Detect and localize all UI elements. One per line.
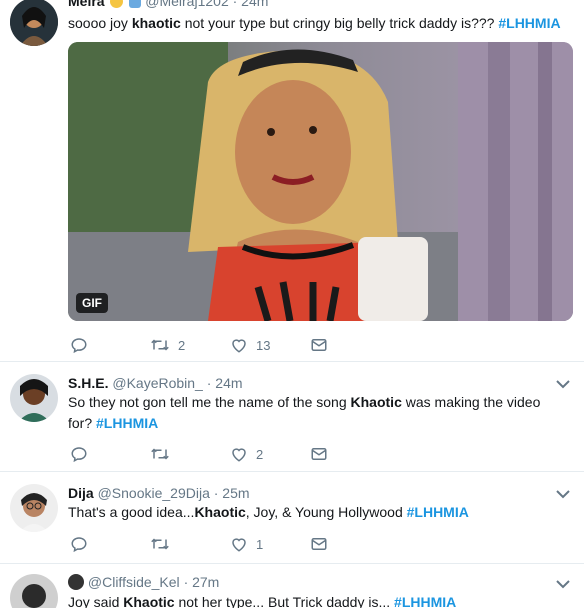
avatar[interactable] — [10, 0, 58, 46]
chevron-down-icon[interactable] — [556, 489, 570, 499]
tweet[interactable]: Dija @Snookie_29Dija · 25m That's a good… — [0, 472, 584, 564]
direct-message-button[interactable] — [310, 535, 328, 553]
like-button[interactable]: 13 — [230, 336, 270, 354]
timestamp[interactable]: · 24m — [233, 0, 269, 9]
gif-badge: GIF — [76, 293, 108, 313]
tweet-text: So they not gon tell me the name of the … — [68, 392, 568, 434]
chevron-down-icon[interactable] — [556, 379, 570, 389]
avatar[interactable] — [10, 484, 58, 532]
retweet-icon — [151, 448, 169, 460]
timestamp[interactable]: · 24m — [207, 375, 243, 391]
like-icon — [232, 339, 246, 353]
gif-media[interactable]: GIF — [68, 42, 573, 321]
profile-icon — [68, 574, 84, 590]
highlighted-keyword: Khaotic — [123, 594, 175, 608]
tweet-text: Joy said Khaotic not her type... But Tri… — [68, 592, 568, 608]
tweet[interactable]: @Cliffside_Kel · 27m Joy said Khaotic no… — [0, 564, 584, 608]
display-name[interactable]: S.H.E. — [68, 375, 108, 391]
hashtag-link[interactable]: #LHHMIA — [394, 594, 456, 608]
tweet-text-segment: Joy said — [68, 594, 124, 608]
retweet-button[interactable]: 2 — [150, 336, 185, 354]
direct-message-icon — [311, 538, 327, 550]
direct-message-button[interactable] — [310, 445, 328, 463]
tweet-text: That's a good idea...Khaotic, Joy, & You… — [68, 502, 568, 523]
like-icon — [232, 448, 246, 462]
retweet-button[interactable] — [150, 445, 178, 463]
like-icon — [232, 538, 246, 552]
hashtag-link[interactable]: #LHHMIA — [498, 15, 560, 31]
avatar[interactable] — [10, 374, 58, 422]
reply-icon — [71, 338, 87, 354]
gif-image — [68, 42, 573, 321]
direct-message-icon — [311, 448, 327, 460]
tweet-text-segment: So they not gon tell me the name of the … — [68, 394, 351, 410]
hashtag-link[interactable]: #LHHMIA — [96, 415, 158, 431]
handle[interactable]: @Meiraj1202 — [145, 0, 228, 9]
tweet-text: soooo joy khaotic not your type but crin… — [68, 13, 568, 34]
retweet-button[interactable] — [150, 535, 178, 553]
retweet-icon — [151, 538, 169, 550]
tweet-text-segment: That's a good idea... — [68, 504, 195, 520]
avatar[interactable] — [10, 574, 58, 608]
tweet-text-segment: soooo joy — [68, 15, 132, 31]
direct-message-button[interactable] — [310, 336, 328, 354]
like-button[interactable]: 2 — [230, 445, 263, 463]
handle[interactable]: @Cliffside_Kel — [88, 574, 180, 590]
handle[interactable]: @Snookie_29Dija — [98, 485, 210, 501]
highlighted-keyword: Khaotic — [350, 394, 402, 410]
reply-button[interactable] — [70, 535, 96, 553]
emoji-icon — [110, 0, 124, 8]
display-name[interactable]: Dija — [68, 485, 94, 501]
retweet-count: 2 — [178, 337, 186, 353]
like-count: 2 — [256, 446, 264, 462]
reply-icon — [71, 537, 87, 553]
chevron-down-icon[interactable] — [556, 579, 570, 589]
like-count: 1 — [256, 536, 264, 552]
highlighted-keyword: Khaotic — [194, 504, 246, 520]
emoji-icon — [129, 0, 142, 8]
highlighted-keyword: khaotic — [131, 15, 181, 31]
hashtag-link[interactable]: #LHHMIA — [407, 504, 469, 520]
reply-button[interactable] — [70, 336, 96, 354]
timestamp[interactable]: · 27m — [184, 574, 220, 590]
display-name[interactable]: Meira — [68, 0, 105, 9]
handle[interactable]: @KayeRobin_ — [112, 375, 203, 391]
reply-button[interactable] — [70, 445, 96, 463]
like-button[interactable]: 1 — [230, 535, 263, 553]
like-count: 13 — [256, 337, 271, 353]
tweet-text-segment: not your type but cringy big belly trick… — [180, 15, 499, 31]
tweet-text-segment: not her type... But Trick daddy is... — [174, 594, 395, 608]
tweet-text-segment: , Joy, & Young Hollywood — [245, 504, 407, 520]
reply-icon — [71, 447, 87, 463]
timestamp[interactable]: · 25m — [214, 485, 250, 501]
retweet-icon — [151, 339, 169, 351]
direct-message-icon — [311, 339, 327, 351]
tweet[interactable]: S.H.E. @KayeRobin_ · 24m So they not gon… — [0, 362, 584, 472]
tweet[interactable]: Meira @Meiraj1202 · 24m soooo joy khaoti… — [0, 0, 584, 362]
